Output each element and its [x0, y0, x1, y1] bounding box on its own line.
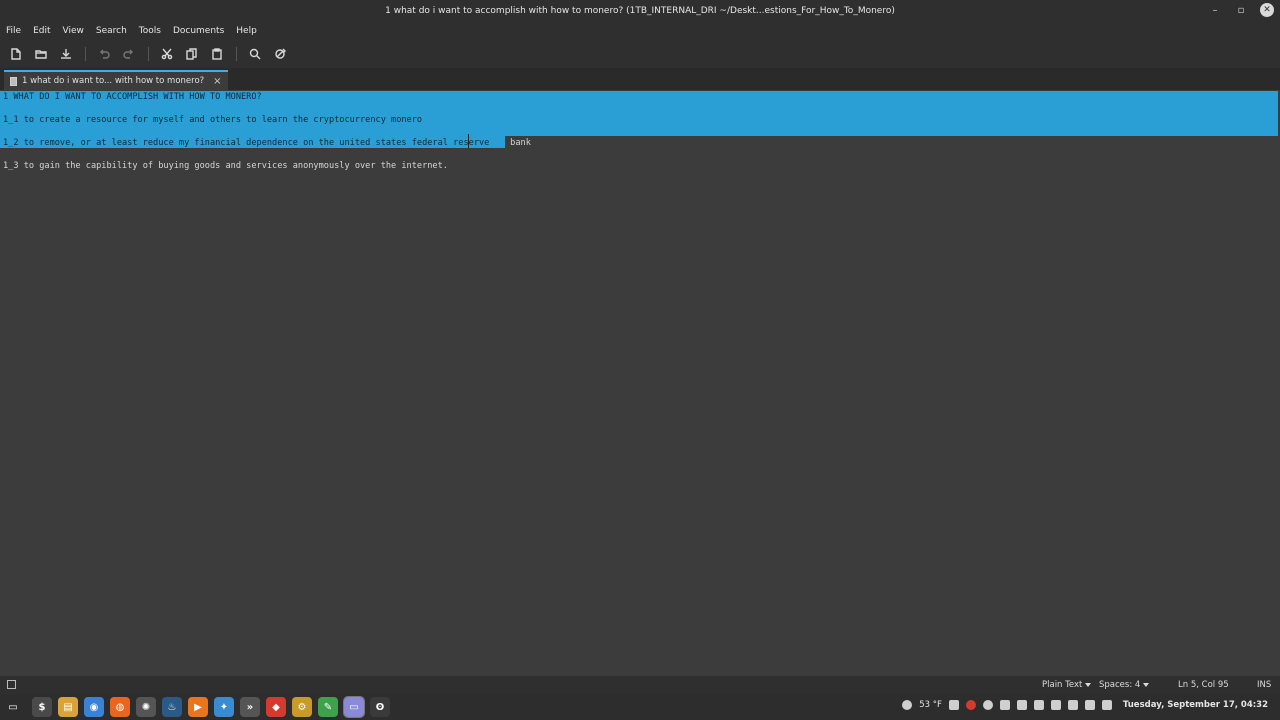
volume-icon[interactable]: [1084, 700, 1095, 710]
tab-bar: 1 what do i want to... with how to moner…: [0, 68, 1280, 90]
menu-search[interactable]: Search: [96, 25, 127, 37]
menu-launcher-icon[interactable]: ▭: [4, 698, 22, 716]
close-button[interactable]: ✕: [1260, 3, 1274, 17]
display-icon[interactable]: [1050, 700, 1061, 710]
redo-icon[interactable]: [121, 46, 137, 62]
app-arrows-icon[interactable]: »: [240, 697, 260, 717]
minimize-button[interactable]: –: [1208, 3, 1222, 17]
text-editor[interactable]: 1 WHAT DO I WANT TO ACCOMPLISH WITH HOW …: [0, 90, 1280, 676]
system-tray: 53 °F Tuesday, September 17, 04:32: [902, 700, 1268, 710]
app-gear-icon[interactable]: ⚙: [292, 697, 312, 717]
tab-label: 1 what do i want to... with how to moner…: [22, 76, 205, 86]
toolbar-separator: [148, 47, 149, 61]
weather-text[interactable]: 53 °F: [919, 700, 942, 710]
app-terminal-icon[interactable]: $: [32, 697, 52, 717]
text-cursor: [468, 134, 469, 148]
insert-mode[interactable]: INS: [1257, 680, 1271, 690]
tab-document[interactable]: 1 what do i want to... with how to moner…: [4, 70, 228, 90]
editor-line-3[interactable]: 1_1 to create a resource for myself and …: [3, 114, 422, 126]
bluetooth-icon[interactable]: [999, 700, 1010, 710]
menu-documents[interactable]: Documents: [173, 25, 224, 37]
app-bluetooth-icon[interactable]: ʘ: [370, 697, 390, 717]
app-green-icon[interactable]: ✎: [318, 697, 338, 717]
chevron-down-icon: [1143, 683, 1150, 687]
clipboard-icon[interactable]: [1101, 700, 1112, 710]
cursor-position: Ln 5, Col 95: [1178, 680, 1229, 690]
new-document-icon[interactable]: [8, 46, 24, 62]
copy-icon[interactable]: [184, 46, 200, 62]
toolbar-separator: [236, 47, 237, 61]
menu-bar: File Edit View Search Tools Documents He…: [0, 22, 1280, 40]
app-red-icon[interactable]: ◆: [266, 697, 286, 717]
indent-label: Spaces: 4: [1099, 680, 1141, 690]
editor-line-5-rest[interactable]: bank: [505, 137, 531, 149]
menu-file[interactable]: File: [6, 25, 21, 37]
taskbar-apps: $ ▤ ◉ ◍ ✺ ♨ ▶ ✦ » ◆ ⚙ ✎ ▭ ʘ: [32, 696, 390, 718]
undo-icon[interactable]: [96, 46, 112, 62]
indent-selector[interactable]: Spaces: 4: [1099, 680, 1150, 690]
maximize-button[interactable]: ▫: [1234, 3, 1248, 17]
side-panel-icon[interactable]: [7, 680, 16, 689]
toolbar: [0, 40, 1280, 68]
menu-edit[interactable]: Edit: [33, 25, 50, 37]
chevron-down-icon: [1085, 683, 1092, 687]
status-bar: Plain Text Spaces: 4 Ln 5, Col 95 INS: [0, 676, 1280, 694]
app-steam-icon[interactable]: ♨: [162, 697, 182, 717]
weather-icon[interactable]: [902, 700, 913, 710]
cursor-position-text: Ln 5, Col 95: [1178, 680, 1229, 690]
menu-tools[interactable]: Tools: [139, 25, 161, 37]
network-icon[interactable]: [1067, 700, 1078, 710]
app-files-icon[interactable]: ▤: [58, 697, 78, 717]
taskbar: ▭ $ ▤ ◉ ◍ ✺ ♨ ▶ ✦» ◆ ⚙ ✎ ▭ ʘ 53 °F Tuesday, Septembe…: [0, 694, 1280, 720]
update-icon[interactable]: [1033, 700, 1044, 710]
menu-view[interactable]: View: [63, 25, 84, 37]
tab-close-icon[interactable]: ×: [213, 76, 221, 87]
notes-icon[interactable]: [948, 700, 959, 710]
clock[interactable]: Tuesday, September 17, 04:32: [1123, 700, 1268, 710]
app-chrome-icon[interactable]: ◉: [84, 697, 104, 717]
menu-help[interactable]: Help: [236, 25, 257, 37]
editor-line-5-selected[interactable]: 1_2 to remove, or at least reduce my fin…: [3, 137, 489, 149]
syntax-selector[interactable]: Plain Text: [1042, 680, 1092, 690]
editor-line-1[interactable]: 1 WHAT DO I WANT TO ACCOMPLISH WITH HOW …: [3, 91, 262, 103]
search-icon[interactable]: [247, 46, 263, 62]
save-icon[interactable]: [58, 46, 74, 62]
editor-line-7[interactable]: 1_3 to gain the capibility of buying goo…: [3, 160, 448, 172]
app-media-icon[interactable]: ▶: [188, 697, 208, 717]
app-vscode-icon[interactable]: ✦: [214, 697, 234, 717]
insert-mode-text: INS: [1257, 680, 1272, 690]
paste-icon[interactable]: [209, 46, 225, 62]
redshift-icon[interactable]: [965, 700, 976, 710]
app-editor-icon[interactable]: ▭: [343, 696, 365, 718]
app-firefox-icon[interactable]: ◍: [110, 697, 130, 717]
replace-icon[interactable]: [272, 46, 288, 62]
app-settings-icon[interactable]: ✺: [136, 697, 156, 717]
window-titlebar: 1 what do i want to accomplish with how …: [0, 0, 1280, 22]
cut-icon[interactable]: [159, 46, 175, 62]
toolbar-separator: [85, 47, 86, 61]
window-controls: – ▫ ✕: [1208, 3, 1274, 17]
window-title: 1 what do i want to accomplish with how …: [385, 6, 895, 16]
storage-icon[interactable]: [1016, 700, 1027, 710]
open-icon[interactable]: [33, 46, 49, 62]
document-icon: [10, 76, 17, 86]
steam-tray-icon[interactable]: [982, 700, 993, 710]
syntax-label: Plain Text: [1042, 680, 1083, 690]
